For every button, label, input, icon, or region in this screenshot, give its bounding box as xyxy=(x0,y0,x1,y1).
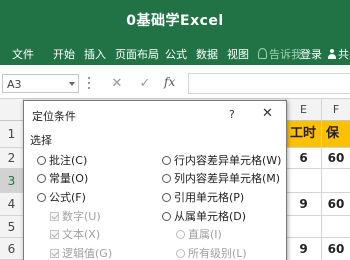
tab-view[interactable]: 视图 xyxy=(227,46,249,62)
radio-icon[interactable] xyxy=(37,193,46,202)
cell-e4[interactable]: 9 xyxy=(286,193,322,216)
cell-e5[interactable] xyxy=(286,216,322,238)
cell-f4[interactable]: 60 xyxy=(322,193,350,216)
radio-icon[interactable] xyxy=(162,212,171,221)
share-label: 共 xyxy=(338,48,349,61)
option-label: 从属单元格(D) xyxy=(174,210,247,223)
login-button[interactable]: 登录 xyxy=(300,46,322,62)
option-direct-only[interactable]: 直属(I) xyxy=(176,226,222,242)
checkbox-checked-icon[interactable] xyxy=(50,212,59,221)
option-label: 公式(F) xyxy=(49,191,86,204)
cell-e3[interactable] xyxy=(286,169,322,193)
option-column-differences[interactable]: 列内容差异单元格(M) xyxy=(162,170,280,186)
radio-icon[interactable] xyxy=(176,230,185,239)
option-row-differences[interactable]: 行内容差异单元格(W) xyxy=(162,152,281,168)
option-label: 所有级别(L) xyxy=(188,247,247,260)
option-label: 列内容差异单元格(M) xyxy=(174,172,281,185)
row-header-4[interactable]: 4 xyxy=(0,193,24,216)
cell-f5[interactable] xyxy=(322,216,350,238)
option-dependents[interactable]: 从属单元格(D) xyxy=(162,208,246,224)
radio-icon[interactable] xyxy=(162,156,171,165)
option-text[interactable]: 文本(X) xyxy=(50,226,100,242)
option-label: 文本(X) xyxy=(62,228,101,241)
tab-insert[interactable]: 插入 xyxy=(84,46,106,62)
radio-icon[interactable] xyxy=(162,174,171,183)
column-header-f[interactable]: F xyxy=(322,99,350,121)
enter-button[interactable]: ✓ xyxy=(136,75,154,93)
option-label: 常量(O) xyxy=(49,172,89,185)
checkbox-checked-icon[interactable] xyxy=(50,230,59,239)
cell-f3[interactable] xyxy=(322,169,350,193)
row-header-1[interactable]: 1 xyxy=(0,121,24,148)
window-title: 0基础学Excel xyxy=(126,13,224,29)
lightbulb-icon xyxy=(258,48,267,59)
header-cell-f1[interactable]: 保险 xyxy=(322,121,350,167)
option-label: 引用单元格(P) xyxy=(174,191,245,204)
formula-bar: A3 ✕ ✓ fx xyxy=(0,65,350,99)
tell-me-box[interactable]: 告诉我 xyxy=(258,46,302,62)
dialog-title: 定位条件 xyxy=(32,110,76,123)
radio-icon[interactable] xyxy=(37,174,46,183)
radio-icon[interactable] xyxy=(176,249,185,258)
insert-function-button[interactable]: fx xyxy=(164,75,175,89)
option-label: 批注(C) xyxy=(49,154,88,167)
cell-f6[interactable]: 60 xyxy=(322,238,350,260)
cell-e2[interactable]: 6 xyxy=(286,148,322,169)
option-label: 数字(U) xyxy=(62,210,101,223)
cell-e6[interactable]: 9 xyxy=(286,238,322,260)
close-button[interactable]: ✕ xyxy=(262,106,273,121)
option-comments[interactable]: 批注(C) xyxy=(37,152,87,168)
radio-icon[interactable] xyxy=(162,193,171,202)
option-label: 行内容差异单元格(W) xyxy=(174,154,282,167)
resize-handle-icon[interactable] xyxy=(88,77,91,90)
select-all-corner[interactable] xyxy=(0,99,24,121)
option-constants[interactable]: 常量(O) xyxy=(37,170,88,186)
tab-home[interactable]: 开始 xyxy=(53,46,75,62)
option-precedents[interactable]: 引用单元格(P) xyxy=(162,189,244,205)
name-box-value: A3 xyxy=(7,78,22,91)
name-box[interactable]: A3 xyxy=(2,74,79,93)
select-group-label: 选择 xyxy=(30,134,52,147)
tell-me-label: 告诉我 xyxy=(269,48,302,61)
tab-file[interactable]: 文件 xyxy=(12,46,34,62)
user-icon xyxy=(327,49,337,59)
option-numbers[interactable]: 数字(U) xyxy=(50,208,101,224)
cell-f2[interactable]: 60 xyxy=(322,148,350,169)
row-header-2[interactable]: 2 xyxy=(0,148,24,169)
share-button[interactable]: 共 xyxy=(327,46,349,62)
formula-input[interactable] xyxy=(188,73,350,94)
column-header-e[interactable]: E xyxy=(286,99,322,121)
option-formulas[interactable]: 公式(F) xyxy=(37,189,86,205)
header-cell-e1[interactable]: 工时 xyxy=(286,121,322,148)
option-label: 直属(I) xyxy=(188,228,222,241)
ribbon-tabs: 文件 开始 插入 页面布局 公式 数据 视图 告诉我 登录 共 xyxy=(0,40,350,65)
row-header-5[interactable]: 5 xyxy=(0,216,24,238)
option-logicals[interactable]: 逻辑值(G) xyxy=(50,245,112,260)
checkbox-checked-icon[interactable] xyxy=(50,249,59,258)
radio-icon[interactable] xyxy=(37,156,46,165)
option-label: 逻辑值(G) xyxy=(62,247,113,260)
chevron-down-icon[interactable] xyxy=(69,82,75,86)
title-bar: 0基础学Excel xyxy=(0,0,350,40)
cancel-button[interactable]: ✕ xyxy=(108,75,126,93)
help-button[interactable]: ? xyxy=(229,108,235,121)
row-header-6[interactable]: 6 xyxy=(0,238,24,260)
row-header-3[interactable]: 3 xyxy=(0,169,24,193)
tab-page-layout[interactable]: 页面布局 xyxy=(115,46,159,62)
go-to-special-dialog: 定位条件 ? ✕ 选择 批注(C) 常量(O) 公式(F) 数字(U) 文本(X… xyxy=(23,100,287,260)
option-all-levels[interactable]: 所有级别(L) xyxy=(176,245,247,260)
tab-formulas[interactable]: 公式 xyxy=(165,46,187,62)
tab-data[interactable]: 数据 xyxy=(196,46,218,62)
